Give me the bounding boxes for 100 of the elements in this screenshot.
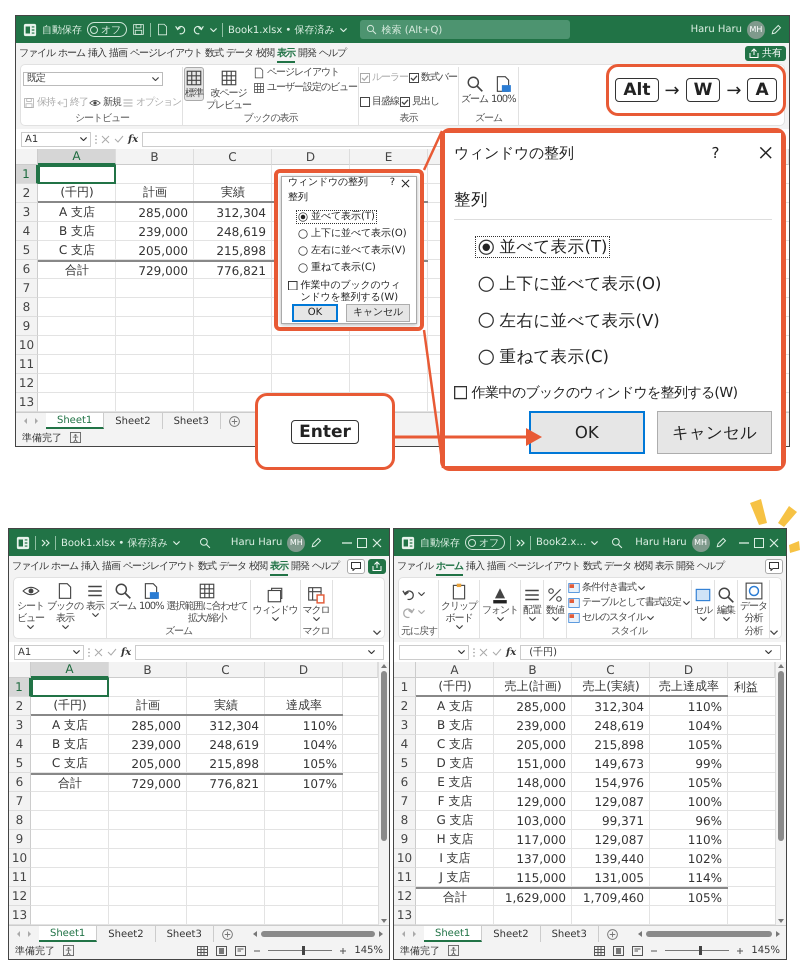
ribbon-button[interactable]: 選択範囲に合わせて 拡大/縮小 xyxy=(166,580,249,626)
row-header[interactable]: 6 xyxy=(9,773,31,792)
radio-option[interactable]: 重ねて表示(C) xyxy=(296,260,378,274)
menu-tab[interactable]: ページレイアウト xyxy=(508,556,580,576)
column-header[interactable]: A xyxy=(416,662,494,678)
row-header[interactable]: 3 xyxy=(16,203,38,222)
view-checkbox[interactable]: 見出し xyxy=(400,96,439,108)
row-header[interactable]: 2 xyxy=(16,184,38,203)
more-icon[interactable] xyxy=(516,538,525,546)
ribbon-button[interactable]: 標準 xyxy=(184,67,204,101)
help-button[interactable]: ? xyxy=(712,144,720,162)
share-button[interactable]: 共有 xyxy=(745,46,786,60)
radio-option[interactable]: 左右に並べて表示(V) xyxy=(475,310,662,332)
minimize-icon[interactable] xyxy=(342,542,352,544)
row-header[interactable]: 13 xyxy=(394,906,416,925)
ribbon-button[interactable]: 新規 xyxy=(89,96,121,108)
ribbon-button[interactable]: 数値 xyxy=(545,584,565,622)
menu-tab[interactable]: 数式 xyxy=(583,556,601,576)
style-dropdown[interactable]: 既定 xyxy=(23,72,163,86)
sheet-tab[interactable]: Sheet1 xyxy=(46,413,104,429)
close-icon[interactable] xyxy=(401,178,410,188)
menu-tab[interactable]: ファイル xyxy=(397,556,433,576)
insert-function-button[interactable]: fx xyxy=(121,646,132,658)
radio-option[interactable]: 並べて表示(T) xyxy=(475,236,610,258)
ribbon-button[interactable]: 配置 xyxy=(522,584,542,622)
ribbon-button[interactable]: テーブルとして書式設定 xyxy=(568,597,690,609)
menu-tab[interactable]: 開発 xyxy=(676,556,694,576)
row-header[interactable]: 4 xyxy=(16,222,38,241)
dialog-button[interactable]: OK xyxy=(292,304,338,322)
row-header[interactable]: 9 xyxy=(16,317,38,336)
row-header[interactable]: 6 xyxy=(394,773,416,792)
column-header[interactable]: C xyxy=(572,662,650,678)
view-checkbox[interactable]: 目盛線 xyxy=(360,96,399,108)
column-header[interactable]: D xyxy=(272,149,350,165)
share-button[interactable] xyxy=(368,558,386,574)
insert-function-button[interactable]: fx xyxy=(506,646,516,658)
insert-function-button[interactable]: fx xyxy=(128,134,138,144)
row-header[interactable]: 1 xyxy=(394,678,416,697)
pen-icon[interactable] xyxy=(714,536,727,548)
row-header[interactable]: 10 xyxy=(394,849,416,868)
redo-icon[interactable] xyxy=(192,23,205,36)
ribbon-button[interactable]: セルのスタイル xyxy=(568,612,690,624)
row-header[interactable]: 6 xyxy=(16,260,38,279)
menu-tab[interactable]: 表示 xyxy=(655,556,673,576)
ribbon-button[interactable]: 表示 xyxy=(85,580,105,619)
accessibility-icon[interactable] xyxy=(448,945,459,956)
selected-cell[interactable] xyxy=(31,678,109,697)
ribbon-button[interactable]: セル xyxy=(693,584,713,622)
dialog-button[interactable]: キャンセル xyxy=(346,304,410,322)
menu-tab[interactable]: 校閲 xyxy=(634,556,652,576)
menu-tab[interactable]: 開発 xyxy=(291,556,309,576)
row-header[interactable]: 12 xyxy=(9,887,31,906)
row-header[interactable]: 11 xyxy=(394,868,416,887)
more-icon[interactable] xyxy=(41,538,50,546)
selected-cell[interactable] xyxy=(38,165,116,184)
menu-tab[interactable]: 校閲 xyxy=(256,44,274,62)
menu-tab[interactable]: ファイル xyxy=(12,556,48,576)
row-header[interactable]: 3 xyxy=(394,716,416,735)
page-layout-icon[interactable] xyxy=(613,946,624,956)
name-box[interactable]: A1 xyxy=(21,132,91,146)
row-header[interactable]: 5 xyxy=(394,754,416,773)
help-button[interactable]: ? xyxy=(390,177,395,189)
radio-option[interactable]: 上下に並べて表示(O) xyxy=(296,226,409,240)
page-break-view-icon[interactable] xyxy=(235,946,246,956)
menu-tab[interactable]: 描画 xyxy=(487,556,505,576)
normal-view-icon[interactable] xyxy=(197,946,208,956)
vertical-scrollbar[interactable] xyxy=(378,662,389,925)
add-sheet-icon[interactable] xyxy=(606,928,618,940)
pen-icon[interactable] xyxy=(770,24,782,36)
ribbon-button[interactable]: シート ビュー xyxy=(16,580,45,631)
row-header[interactable]: 5 xyxy=(16,241,38,260)
accessibility-icon[interactable] xyxy=(63,945,74,956)
column-header[interactable]: C xyxy=(187,662,265,678)
row-header[interactable]: 1 xyxy=(9,678,31,697)
row-header[interactable]: 9 xyxy=(9,830,31,849)
search-icon[interactable] xyxy=(610,536,623,548)
slider-thumb[interactable] xyxy=(699,946,702,955)
row-header[interactable]: 10 xyxy=(16,336,38,355)
column-header[interactable]: E xyxy=(350,149,428,165)
add-sheet-icon[interactable] xyxy=(222,928,233,940)
radio-option[interactable]: 上下に並べて表示(O) xyxy=(475,273,664,295)
ribbon-button[interactable]: クリップ ボード xyxy=(440,580,478,631)
row-header[interactable]: 8 xyxy=(16,298,38,317)
row-header[interactable]: 13 xyxy=(9,906,31,925)
row-header[interactable]: 2 xyxy=(9,697,31,716)
ribbon-button[interactable]: ブックの 表示 xyxy=(46,580,84,631)
row-header[interactable]: 7 xyxy=(16,279,38,298)
comment-button[interactable] xyxy=(765,558,783,574)
row-header[interactable]: 11 xyxy=(16,355,38,374)
autosave-toggle[interactable]: オフ xyxy=(87,22,127,37)
row-header[interactable]: 11 xyxy=(9,868,31,887)
menu-tab[interactable]: データ xyxy=(604,556,631,576)
menu-tab[interactable]: 開発 xyxy=(298,44,316,62)
minimize-icon[interactable] xyxy=(739,542,749,544)
ribbon-button[interactable]: ウィンドウ xyxy=(252,584,299,622)
menu-tab[interactable]: 挿入 xyxy=(466,556,484,576)
row-header[interactable]: 7 xyxy=(9,792,31,811)
sheet-tab[interactable]: Sheet1 xyxy=(424,926,482,942)
search-icon[interactable] xyxy=(199,536,212,548)
radio-option[interactable]: 並べて表示(T) xyxy=(296,210,377,224)
